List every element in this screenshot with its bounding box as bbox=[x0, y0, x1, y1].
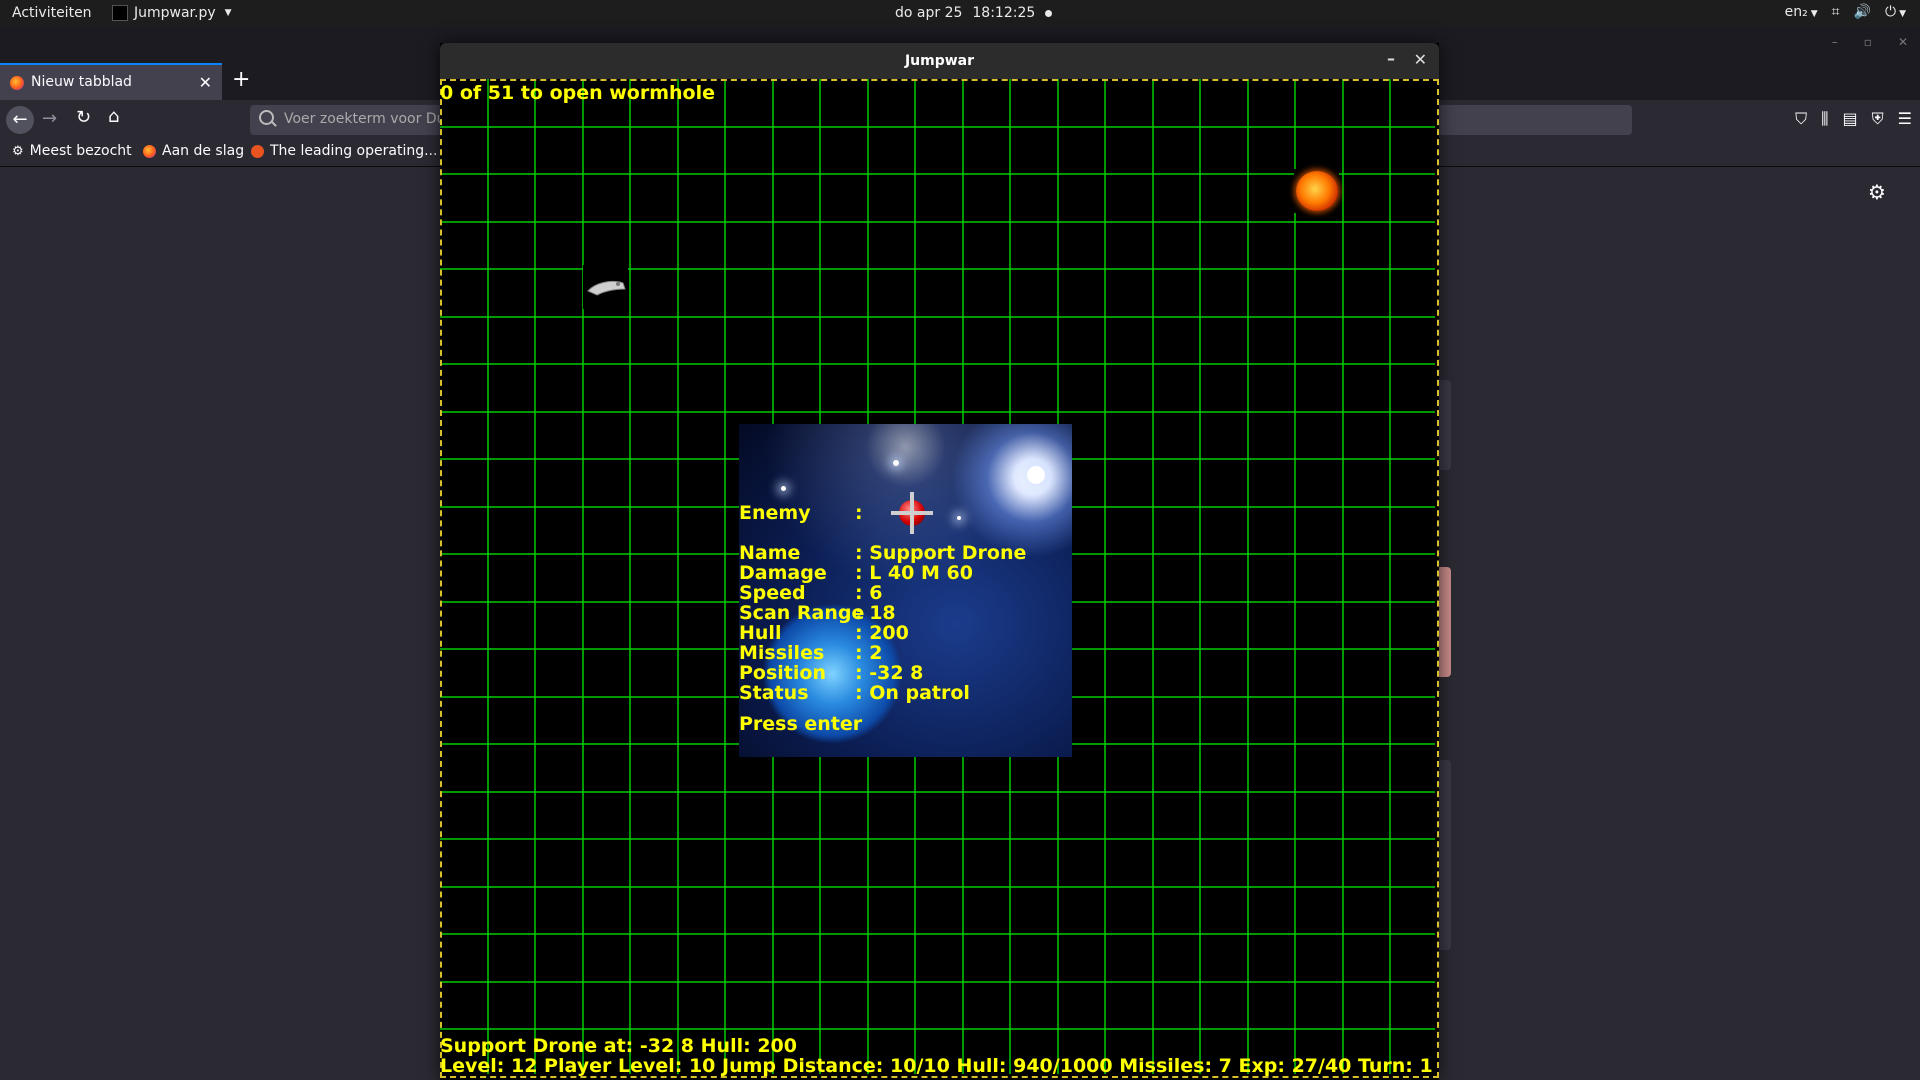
app-menu-label: Jumpwar.py bbox=[134, 5, 216, 21]
volume-icon[interactable]: 🔊 bbox=[1854, 4, 1871, 20]
jumpwar-window: Jumpwar – ✕ 0 of 51 to open wormhole Ene… bbox=[440, 43, 1439, 1080]
firefox-icon bbox=[10, 76, 24, 90]
enemy-key: Enemy bbox=[739, 502, 811, 524]
clock-date: do apr 25 bbox=[895, 5, 963, 21]
star-glow bbox=[1027, 466, 1045, 484]
target-info-text: Support Drone at: -32 8 Hull: 200 bbox=[440, 1035, 797, 1057]
enemy-stat-value: : 200 bbox=[855, 622, 909, 644]
star-glow bbox=[893, 460, 899, 466]
enemy-sep: : bbox=[855, 502, 863, 524]
bookmark-label: Aan de slag bbox=[162, 143, 245, 159]
pocket-icon[interactable]: ⛉ bbox=[1795, 109, 1807, 129]
search-icon bbox=[259, 110, 274, 125]
page-edge-stub bbox=[1437, 567, 1451, 677]
press-enter-prompt: Press enter bbox=[739, 713, 863, 735]
enemy-stat-value: : -32 8 bbox=[855, 662, 924, 684]
page-edge-stub bbox=[1437, 760, 1451, 950]
minimize-icon[interactable]: – bbox=[1832, 35, 1838, 49]
power-icon[interactable]: ⏻ ▼ bbox=[1885, 4, 1906, 20]
sidebar-icon[interactable]: ▤ bbox=[1843, 109, 1858, 129]
enemy-stat-key: Hull bbox=[739, 622, 782, 644]
close-tab-icon[interactable]: ✕ bbox=[199, 73, 212, 92]
new-tab-button[interactable]: + bbox=[232, 67, 250, 92]
enemy-stat-value: : L 40 M 60 bbox=[855, 562, 973, 584]
enemy-stat-key: Scan Range bbox=[739, 602, 865, 624]
game-canvas[interactable]: 0 of 51 to open wormhole Enemy : Name : S… bbox=[440, 79, 1439, 1080]
system-top-bar: Activiteiten Jumpwar.py ▼ do apr 25 18:1… bbox=[0, 0, 1920, 27]
firefox-window-controls: – ▫ ✕ bbox=[1832, 35, 1908, 49]
keyboard-layout[interactable]: en₂ ▼ bbox=[1785, 4, 1818, 20]
page-edge-stub bbox=[1437, 380, 1451, 470]
bookmark-label: The leading operating... bbox=[270, 143, 438, 159]
enemy-stat-key: Speed bbox=[739, 582, 806, 604]
enemy-stat-key: Status bbox=[739, 682, 809, 704]
tab-new-tab[interactable]: Nieuw tabblad ✕ bbox=[0, 63, 222, 100]
app-menu[interactable]: Jumpwar.py ▼ bbox=[112, 5, 232, 21]
enemy-stat-value: : 18 bbox=[855, 602, 896, 624]
toolbar-icons: ⛉ ⫼ ▤ ⛨ ☰ bbox=[1795, 109, 1912, 129]
keyboard-layout-label: en₂ bbox=[1784, 4, 1808, 20]
home-button[interactable]: ⌂ bbox=[108, 106, 119, 127]
activities-button[interactable]: Activiteiten bbox=[12, 5, 92, 21]
chevron-down-icon: ▼ bbox=[1810, 9, 1818, 19]
tab-label: Nieuw tabblad bbox=[31, 74, 132, 90]
close-icon[interactable]: ✕ bbox=[1898, 35, 1908, 49]
app-icon bbox=[112, 5, 128, 21]
maximize-icon[interactable]: ▫ bbox=[1864, 35, 1872, 49]
system-tray[interactable]: en₂ ▼ ⌗ 🔊 ⏻ ▼ bbox=[1785, 4, 1906, 20]
window-title: Jumpwar bbox=[904, 53, 975, 69]
ublock-icon[interactable]: ⛨ bbox=[1872, 109, 1884, 129]
network-icon[interactable]: ⌗ bbox=[1832, 4, 1840, 20]
enemy-stat-value: : On patrol bbox=[855, 682, 970, 704]
notification-dot-icon bbox=[1045, 9, 1053, 17]
clock-time: 18:12:25 bbox=[972, 5, 1036, 21]
enemy-stat-key: Position bbox=[739, 662, 826, 684]
star-glow bbox=[781, 486, 786, 491]
wormhole-progress-text: 0 of 51 to open wormhole bbox=[440, 82, 716, 104]
settings-gear-icon[interactable]: ⚙ bbox=[1868, 180, 1886, 204]
menu-icon[interactable]: ☰ bbox=[1898, 109, 1912, 129]
enemy-stat-value: : 6 bbox=[855, 582, 883, 604]
library-icon[interactable]: ⫼ bbox=[1821, 109, 1828, 129]
enemy-stat-key: Damage bbox=[739, 562, 827, 584]
bookmark-getting-started[interactable]: Aan de slag bbox=[143, 143, 244, 159]
enemy-stat-value: : Support Drone bbox=[855, 542, 1027, 564]
bookmark-ubuntu[interactable]: The leading operating... bbox=[251, 143, 437, 159]
star-glow bbox=[957, 516, 961, 520]
firefox-icon bbox=[143, 144, 156, 158]
close-icon[interactable]: ✕ bbox=[1414, 50, 1427, 69]
enemy-stat-key: Name bbox=[739, 542, 801, 564]
ubuntu-icon bbox=[251, 144, 264, 158]
player-status-text: Level: 12 Player Level: 10 Jump Distance… bbox=[440, 1055, 1433, 1077]
enemy-mine-icon bbox=[891, 500, 933, 526]
forward-button[interactable]: → bbox=[42, 108, 57, 129]
url-placeholder: Voer zoekterm voor Du bbox=[284, 111, 446, 127]
enemy-stat-value: : 2 bbox=[855, 642, 883, 664]
enemy-info-panel: Enemy : Name : Support Drone Damage : L 40 … bbox=[739, 424, 1072, 757]
enemy-stat-key: Missiles bbox=[739, 642, 825, 664]
reload-button[interactable]: ↻ bbox=[76, 107, 91, 128]
bookmark-most-visited[interactable]: ⚙ Meest bezocht bbox=[12, 143, 132, 159]
chevron-down-icon: ▼ bbox=[224, 8, 232, 18]
gear-icon: ⚙ bbox=[12, 143, 24, 159]
clock[interactable]: do apr 25 18:12:25 bbox=[895, 5, 1053, 21]
minimize-icon[interactable]: – bbox=[1387, 49, 1395, 68]
back-button[interactable]: ← bbox=[6, 106, 34, 134]
bookmark-label: Meest bezocht bbox=[29, 143, 132, 159]
chevron-down-icon: ▼ bbox=[1899, 9, 1906, 19]
jumpwar-titlebar: Jumpwar – ✕ bbox=[440, 43, 1439, 79]
